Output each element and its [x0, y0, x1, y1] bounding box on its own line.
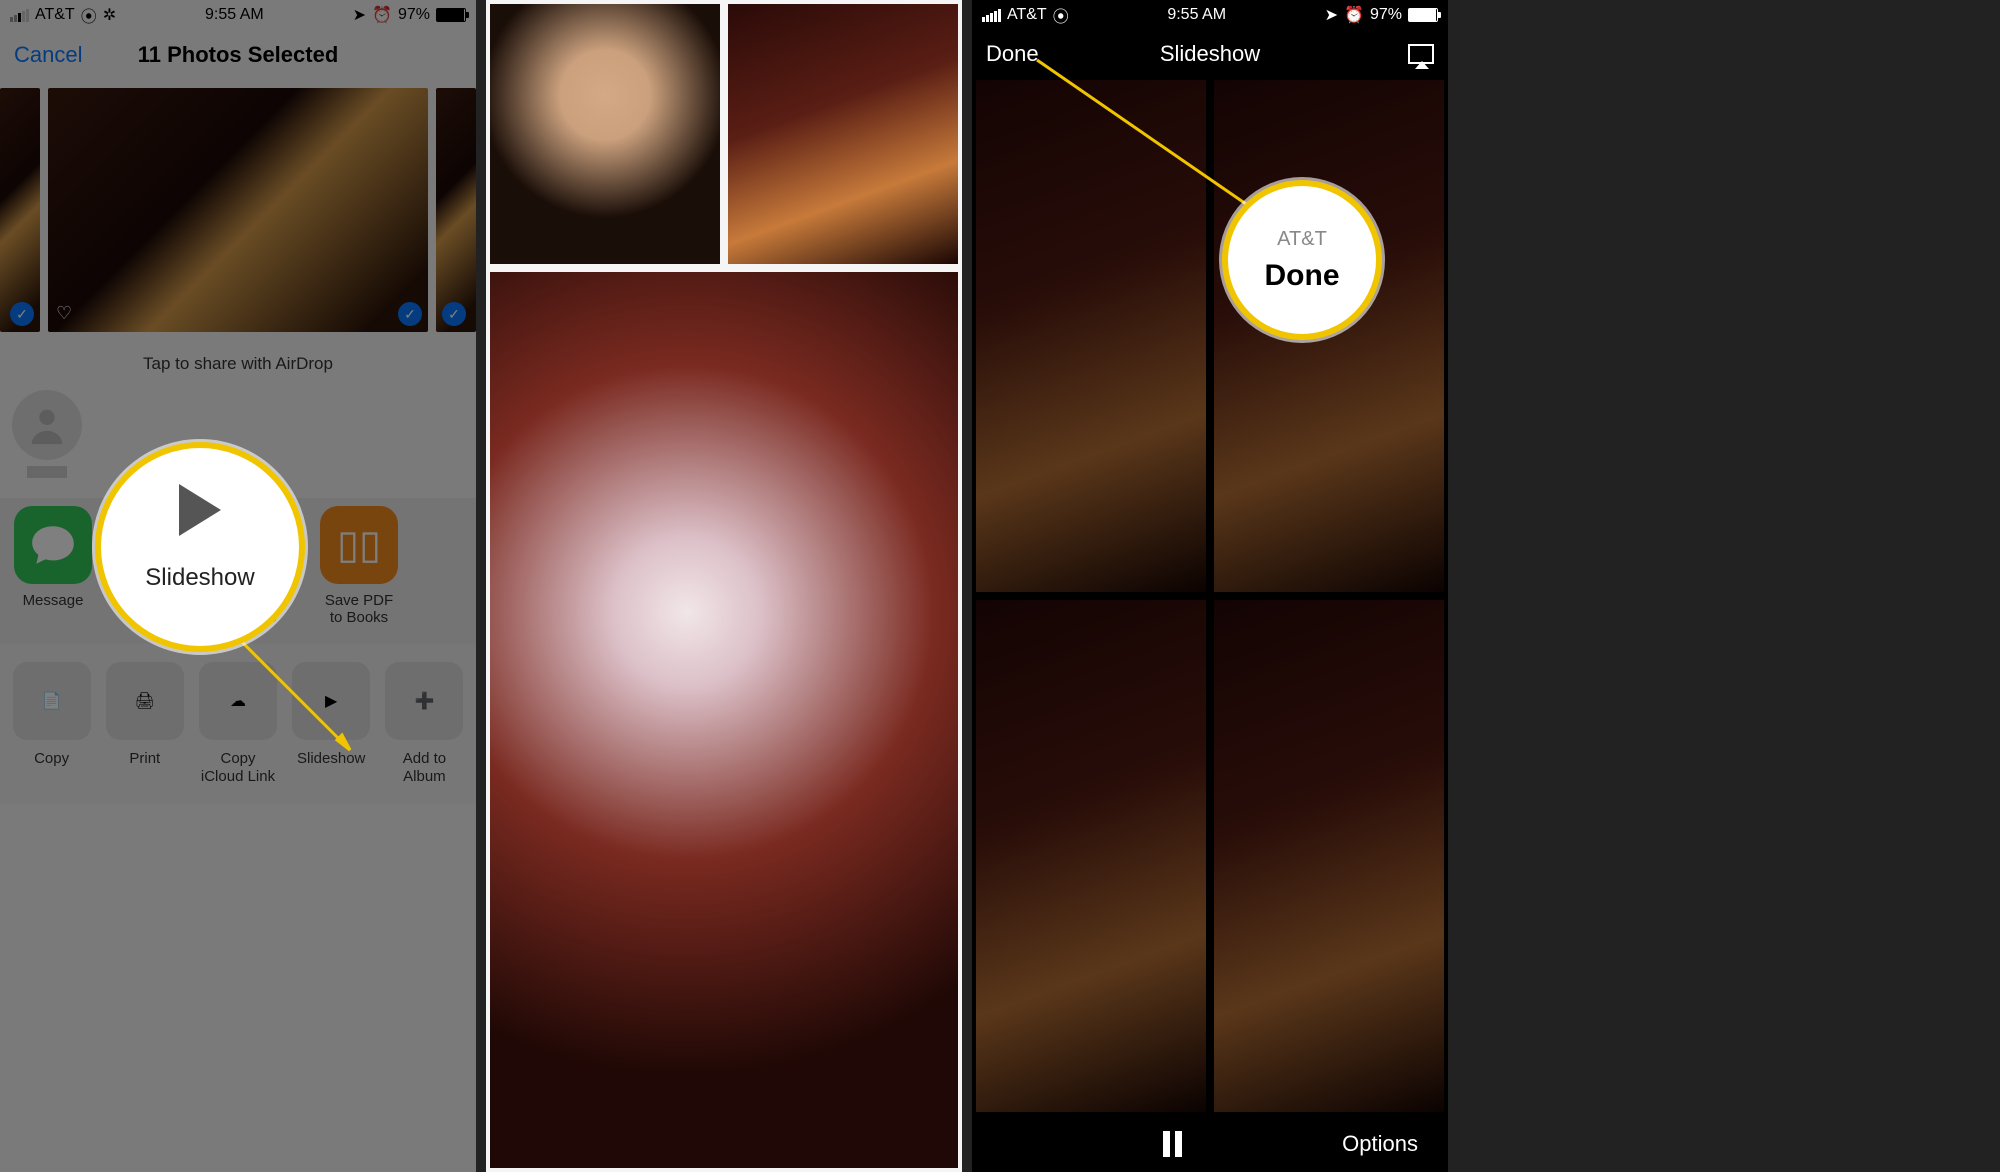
- action-label: Print: [105, 750, 184, 768]
- copy-icon: 📄: [13, 662, 91, 740]
- live-slideshow-panel: [486, 0, 962, 1172]
- slideshow-photo: [490, 272, 958, 1168]
- carrier-label: AT&T: [35, 6, 75, 24]
- options-button[interactable]: Options: [1342, 1131, 1418, 1157]
- highlight-small: AT&T: [1277, 228, 1327, 251]
- share-sheet-panel: AT&T ⦿ ✲ 9:55 AM ➤ ⏰ 97% Cancel 11 Photo…: [0, 0, 476, 1172]
- check-icon: ✓: [10, 302, 34, 326]
- spinner-icon: ✲: [103, 5, 116, 25]
- thumb-prev[interactable]: ✓: [0, 88, 40, 332]
- check-icon: ✓: [398, 302, 422, 326]
- action-label: Add to Album: [385, 750, 464, 786]
- slideshow-nav: Done Slideshow: [972, 30, 1448, 78]
- location-icon: ➤: [1325, 5, 1338, 25]
- signal-icon: [10, 9, 29, 22]
- avatar-icon: [12, 390, 82, 460]
- check-icon: ✓: [442, 302, 466, 326]
- heart-icon: ♡: [56, 303, 72, 324]
- contact-name: [27, 466, 67, 478]
- wifi-icon: ⦿: [1053, 3, 1069, 27]
- airdrop-contact[interactable]: [12, 390, 82, 478]
- wifi-icon: ⦿: [81, 3, 97, 27]
- status-time: 9:55 AM: [1167, 6, 1226, 24]
- signal-icon: [982, 9, 1001, 22]
- alarm-icon: ⏰: [372, 5, 392, 25]
- airplay-icon[interactable]: [1408, 44, 1434, 64]
- slideshow-grid[interactable]: [486, 0, 962, 1172]
- app-books[interactable]: ▯▯ Save PDF to Books: [318, 506, 400, 626]
- selection-title: 11 Photos Selected: [138, 42, 339, 68]
- status-bar: AT&T ⦿ ✲ 9:55 AM ➤ ⏰ 97%: [0, 0, 476, 30]
- highlight-big: Done: [1265, 259, 1340, 293]
- slideshow-controls-panel: AT&T ⦿ 9:55 AM ➤ ⏰ 97% Done Slideshow Op…: [972, 0, 1448, 1172]
- highlight-label: Slideshow: [145, 564, 254, 592]
- battery-icon: [436, 8, 466, 22]
- location-icon: ➤: [353, 5, 366, 25]
- slideshow-title: Slideshow: [1160, 41, 1260, 67]
- slideshow-photo: [728, 4, 958, 264]
- action-print[interactable]: 🖨 Print: [105, 662, 184, 786]
- carrier-label: AT&T: [1007, 6, 1047, 24]
- slideshow-photo: [1214, 600, 1444, 1112]
- battery-icon: [1408, 8, 1438, 22]
- action-add-album[interactable]: ➕ Add to Album: [385, 662, 464, 786]
- slideshow-bottom-bar: Options: [972, 1116, 1448, 1172]
- slideshow-photo: [490, 4, 720, 264]
- selected-thumbnails[interactable]: ✓ ♡ ✓ ✓: [0, 80, 476, 340]
- highlight-slideshow: Slideshow: [95, 442, 305, 652]
- pause-button[interactable]: [1163, 1131, 1182, 1157]
- action-label: Copy: [12, 750, 91, 768]
- status-time: 9:55 AM: [205, 6, 264, 24]
- action-copy[interactable]: 📄 Copy: [12, 662, 91, 786]
- play-icon: [179, 484, 221, 536]
- battery-pct: 97%: [398, 6, 430, 24]
- share-nav: Cancel 11 Photos Selected: [0, 30, 476, 80]
- slideshow-photo: [976, 600, 1206, 1112]
- alarm-icon: ⏰: [1344, 5, 1364, 25]
- battery-pct: 97%: [1370, 6, 1402, 24]
- thumb-next[interactable]: ✓: [436, 88, 476, 332]
- app-message[interactable]: Message: [12, 506, 94, 626]
- highlight-done: AT&T Done: [1222, 180, 1382, 340]
- status-bar: AT&T ⦿ 9:55 AM ➤ ⏰ 97%: [972, 0, 1448, 30]
- done-button[interactable]: Done: [986, 41, 1039, 67]
- message-icon: [14, 506, 92, 584]
- thumb-current[interactable]: ♡ ✓: [48, 88, 428, 332]
- cancel-button[interactable]: Cancel: [14, 42, 82, 68]
- app-label: Message: [12, 592, 94, 609]
- books-icon: ▯▯: [320, 506, 398, 584]
- add-album-icon: ➕: [385, 662, 463, 740]
- airdrop-hint: Tap to share with AirDrop: [0, 340, 476, 380]
- print-icon: 🖨: [106, 662, 184, 740]
